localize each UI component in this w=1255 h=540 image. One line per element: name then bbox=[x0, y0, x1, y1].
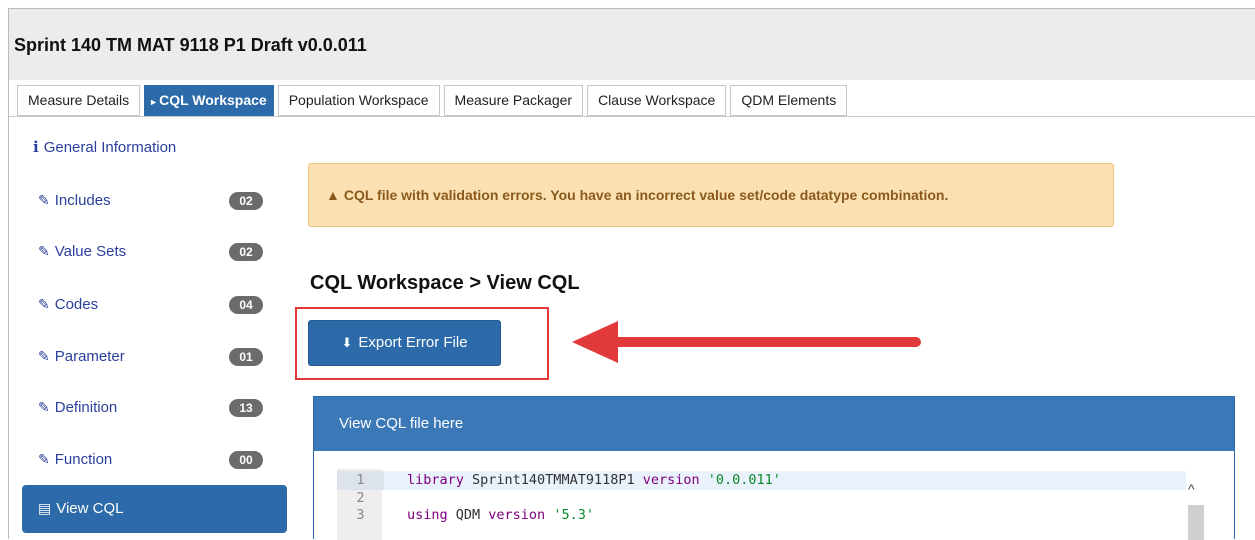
tab-measure-packager[interactable]: Measure Packager bbox=[443, 85, 584, 116]
annotation-arrow-icon bbox=[572, 321, 921, 363]
tab-population-workspace[interactable]: Population Workspace bbox=[277, 85, 440, 116]
code-line: 1 library Sprint140TMMAT9118P1 version '… bbox=[337, 471, 1206, 490]
pencil-icon: ✎ bbox=[38, 296, 50, 312]
alert-message: CQL file with validation errors. You hav… bbox=[343, 187, 949, 203]
keyword: version bbox=[642, 472, 700, 488]
panel-header: View CQL file here bbox=[314, 397, 1234, 451]
line-number: 1 bbox=[337, 471, 384, 490]
sidebar-item-label: Parameter bbox=[54, 348, 125, 365]
sidebar-item-view-cql[interactable]: ▤ View CQL bbox=[22, 485, 287, 533]
tab-label: Population Workspace bbox=[288, 92, 429, 108]
sidebar-item-label: Definition bbox=[54, 399, 118, 416]
scrollbar-thumb[interactable] bbox=[1188, 505, 1204, 540]
download-icon: ⬇ bbox=[341, 335, 353, 350]
cql-view-panel: View CQL file here 1 library Sprint140TM… bbox=[313, 396, 1235, 540]
pencil-icon: ✎ bbox=[38, 192, 50, 208]
keyword: library bbox=[407, 472, 464, 488]
cql-editor[interactable]: 1 library Sprint140TMMAT9118P1 version '… bbox=[337, 469, 1206, 540]
code-line: 3 using QDM version '5.3' bbox=[337, 506, 1206, 525]
tab-cql-workspace[interactable]: ►CQL Workspace bbox=[144, 85, 274, 116]
sidebar-item-parameter[interactable]: ✎ Parameter 01 bbox=[22, 337, 287, 377]
tab-label: CQL Workspace bbox=[159, 92, 267, 108]
sidebar-item-includes[interactable]: ✎ Includes 02 bbox=[22, 181, 287, 221]
tab-qdm-elements[interactable]: QDM Elements bbox=[730, 85, 848, 116]
line-number: 3 bbox=[356, 507, 365, 523]
pencil-icon: ✎ bbox=[38, 348, 50, 364]
tab-bar: Measure Details ►CQL Workspace Populatio… bbox=[17, 85, 851, 116]
warning-icon: ▲ bbox=[326, 187, 340, 203]
identifier: Sprint140TMMAT9118P1 bbox=[463, 472, 643, 488]
count-badge: 00 bbox=[229, 451, 263, 469]
info-icon: i bbox=[33, 138, 39, 156]
export-error-file-button[interactable]: ⬇ Export Error File bbox=[308, 320, 501, 366]
keyword: using bbox=[407, 507, 448, 523]
pencil-icon: ✎ bbox=[38, 451, 50, 467]
pencil-icon: ✎ bbox=[38, 399, 50, 415]
tab-clause-workspace[interactable]: Clause Workspace bbox=[587, 85, 727, 116]
sidebar-item-label: Value Sets bbox=[54, 243, 127, 260]
string-literal: '5.3' bbox=[545, 507, 594, 523]
count-badge: 13 bbox=[229, 399, 263, 417]
tab-label: QDM Elements bbox=[741, 92, 837, 108]
sidebar-item-label: Codes bbox=[54, 296, 99, 313]
validation-alert: ▲ CQL file with validation errors. You ha… bbox=[308, 163, 1114, 227]
book-icon: ▤ bbox=[38, 500, 52, 516]
tab-measure-details[interactable]: Measure Details bbox=[17, 85, 141, 116]
count-badge: 02 bbox=[229, 192, 263, 210]
sidebar-item-label: General Information bbox=[43, 139, 177, 156]
keyword: version bbox=[488, 507, 546, 523]
sidebar-item-label: View CQL bbox=[56, 500, 124, 517]
count-badge: 01 bbox=[229, 348, 263, 366]
pencil-icon: ✎ bbox=[38, 243, 50, 259]
sidebar-item-general-information[interactable]: i General Information bbox=[33, 138, 176, 156]
identifier: QDM bbox=[447, 507, 489, 523]
sidebar-item-value-sets[interactable]: ✎ Value Sets 02 bbox=[22, 232, 287, 272]
tab-label: Measure Details bbox=[28, 92, 130, 108]
section-title: CQL Workspace > View CQL bbox=[310, 272, 580, 294]
sidebar-item-definition[interactable]: ✎ Definition 13 bbox=[22, 388, 287, 428]
editor-scrollbar[interactable]: ^ bbox=[1186, 469, 1206, 540]
tab-label: Clause Workspace bbox=[598, 92, 716, 108]
count-badge: 04 bbox=[229, 296, 263, 314]
sidebar-item-function[interactable]: ✎ Function 00 bbox=[22, 440, 287, 480]
active-marker-icon: ► bbox=[149, 97, 159, 107]
measure-title: Sprint 140 TM MAT 9118 P1 Draft v0.0.011 bbox=[14, 35, 367, 55]
tab-label: Measure Packager bbox=[454, 92, 573, 108]
panel-title: View CQL file here bbox=[339, 415, 464, 432]
sidebar-item-codes[interactable]: ✎ Codes 04 bbox=[22, 285, 287, 325]
sidebar-item-label: Function bbox=[54, 451, 113, 468]
chevron-up-icon[interactable]: ^ bbox=[1188, 481, 1195, 497]
count-badge: 02 bbox=[229, 243, 263, 261]
button-label: Export Error File bbox=[358, 334, 468, 351]
string-literal: '0.0.011' bbox=[699, 472, 781, 488]
sidebar-item-label: Includes bbox=[54, 192, 111, 209]
